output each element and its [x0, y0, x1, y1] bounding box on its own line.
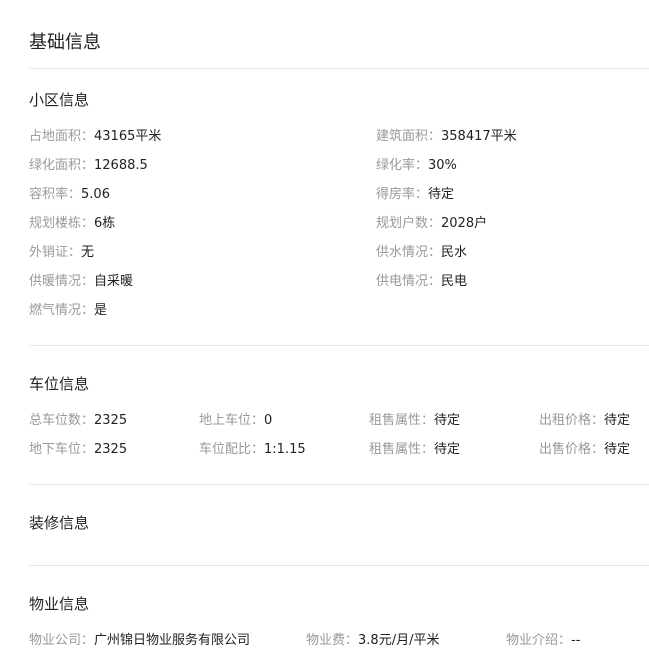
- info-label: 车位配比：: [199, 442, 265, 457]
- info-label: 租售属性：: [369, 413, 435, 428]
- info-value: 2325: [94, 413, 128, 428]
- info-value: 0: [264, 413, 273, 428]
- info-value: 2325: [94, 442, 128, 457]
- divider: [29, 68, 649, 69]
- info-value: --: [571, 633, 581, 648]
- info-item: 规划户数：2028户: [376, 215, 487, 233]
- info-label: 容积率：: [29, 187, 82, 202]
- info-item: 物业费：3.8元/月/平米: [306, 632, 439, 650]
- info-value: 民水: [441, 245, 468, 260]
- info-label: 供水情况：: [376, 245, 442, 260]
- info-label: 规划户数：: [376, 216, 442, 231]
- info-label: 外销证：: [29, 245, 82, 260]
- info-label: 总车位数：: [29, 413, 95, 428]
- info-label: 出售价格：: [539, 442, 605, 457]
- info-label: 占地面积：: [29, 129, 95, 144]
- info-item: 占地面积：43165平米: [29, 128, 161, 146]
- info-value: 待定: [428, 187, 455, 202]
- info-label: 地下车位：: [29, 442, 95, 457]
- info-value: 民电: [441, 274, 468, 289]
- info-item: 容积率：5.06: [29, 186, 110, 204]
- info-item: 出售价格：待定: [539, 441, 630, 459]
- info-value: 1:1.15: [264, 442, 306, 457]
- info-value: 是: [94, 303, 108, 318]
- info-value: 2028户: [441, 216, 488, 231]
- parking-section-title: 车位信息: [29, 375, 90, 393]
- divider: [29, 484, 649, 485]
- info-item: 供电情况：民电: [376, 273, 467, 291]
- info-label: 得房率：: [376, 187, 429, 202]
- info-item: 燃气情况：是: [29, 302, 107, 320]
- info-item: 外销证：无: [29, 244, 94, 262]
- info-item: 绿化面积：12688.5: [29, 157, 148, 175]
- info-label: 物业介绍：: [506, 633, 572, 648]
- info-label: 物业公司：: [29, 633, 95, 648]
- info-value: 待定: [434, 442, 461, 457]
- info-label: 绿化率：: [376, 158, 429, 173]
- info-item: 供水情况：民水: [376, 244, 467, 262]
- info-item: 出租价格：待定: [539, 412, 630, 430]
- info-label: 供暖情况：: [29, 274, 95, 289]
- divider: [29, 345, 649, 346]
- info-item: 车位配比：1:1.15: [199, 441, 306, 459]
- info-label: 地上车位：: [199, 413, 265, 428]
- info-item: 租售属性：待定: [369, 412, 460, 430]
- info-label: 租售属性：: [369, 442, 435, 457]
- info-item: 地下车位：2325: [29, 441, 127, 459]
- info-value: 6栋: [94, 216, 116, 231]
- info-value: 待定: [604, 413, 631, 428]
- info-item: 供暖情况：自采暖: [29, 273, 133, 291]
- info-value: 5.06: [81, 187, 110, 202]
- info-item: 建筑面积：358417平米: [376, 128, 517, 146]
- info-label: 出租价格：: [539, 413, 605, 428]
- info-item: 得房率：待定: [376, 186, 454, 204]
- info-item: 租售属性：待定: [369, 441, 460, 459]
- info-label: 供电情况：: [376, 274, 442, 289]
- info-label: 建筑面积：: [376, 129, 442, 144]
- property-section-title: 物业信息: [29, 595, 90, 613]
- info-value: 待定: [604, 442, 631, 457]
- info-value: 43165平米: [94, 129, 162, 144]
- info-item: 物业公司：广州锦日物业服务有限公司: [29, 632, 250, 650]
- info-item: 绿化率：30%: [376, 157, 457, 175]
- info-value: 广州锦日物业服务有限公司: [94, 633, 251, 648]
- info-value: 待定: [434, 413, 461, 428]
- info-value: 无: [81, 245, 95, 260]
- info-item: 总车位数：2325: [29, 412, 127, 430]
- info-value: 12688.5: [94, 158, 148, 173]
- info-value: 3.8元/月/平米: [358, 633, 440, 648]
- info-value: 30%: [428, 158, 457, 173]
- info-label: 规划楼栋：: [29, 216, 95, 231]
- info-item: 规划楼栋：6栋: [29, 215, 115, 233]
- decoration-section-title: 装修信息: [29, 514, 90, 532]
- info-label: 物业费：: [306, 633, 359, 648]
- info-item: 地上车位：0: [199, 412, 272, 430]
- page-title: 基础信息: [29, 32, 101, 53]
- info-value: 自采暖: [94, 274, 134, 289]
- info-label: 燃气情况：: [29, 303, 95, 318]
- info-value: 358417平米: [441, 129, 517, 144]
- info-label: 绿化面积：: [29, 158, 95, 173]
- community-section-title: 小区信息: [29, 91, 90, 109]
- info-item: 物业介绍：--: [506, 632, 580, 650]
- divider: [29, 565, 649, 566]
